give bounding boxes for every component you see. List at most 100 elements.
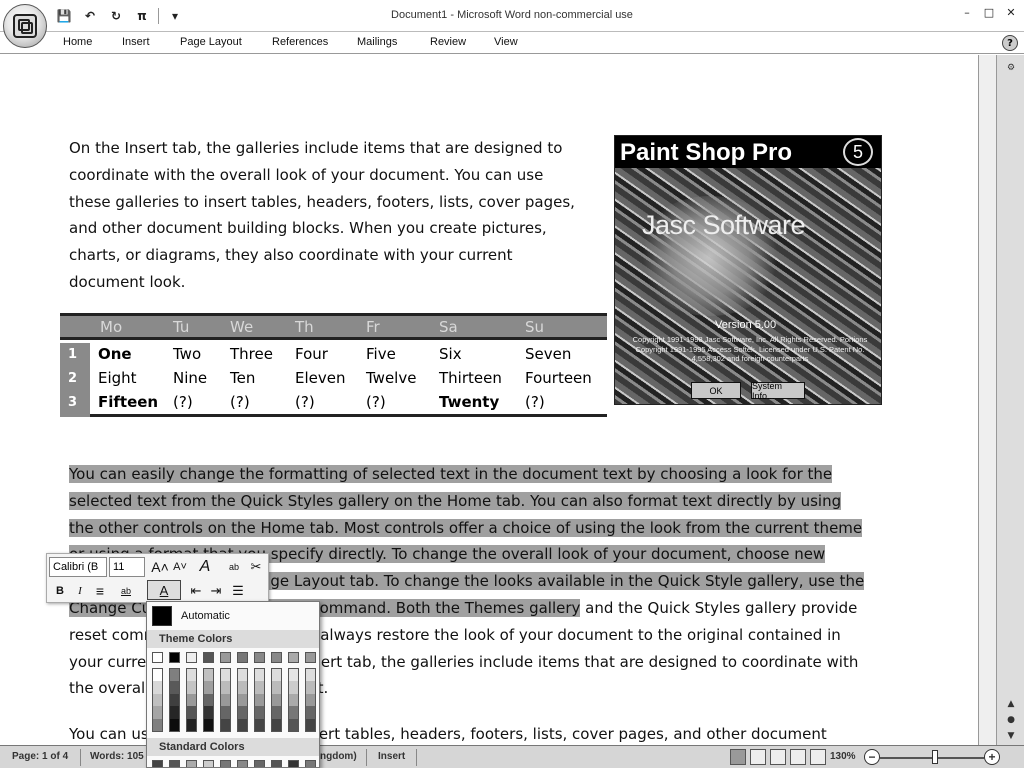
font-name-box[interactable]: Calibri (B [49, 557, 107, 577]
shrink-font-icon[interactable]: A˅ [171, 557, 189, 577]
theme-shade-swatch[interactable] [272, 706, 281, 719]
theme-shade-swatch[interactable] [153, 718, 162, 732]
theme-shade-swatch[interactable] [204, 693, 213, 707]
standard-color-swatch[interactable] [186, 760, 197, 767]
customize-qat-icon[interactable]: ▾ [165, 7, 185, 25]
standard-color-swatch[interactable] [305, 760, 316, 767]
status-language[interactable]: ngdom) [320, 751, 357, 762]
theme-shade-swatch[interactable] [238, 706, 247, 719]
tab-home[interactable]: Home [63, 36, 92, 48]
redo-icon[interactable]: ↻ [106, 7, 126, 25]
standard-color-swatch[interactable] [237, 760, 248, 767]
theme-shade-column[interactable] [220, 668, 231, 732]
standard-color-swatch[interactable] [271, 760, 282, 767]
theme-shade-swatch[interactable] [170, 681, 179, 694]
theme-shade-column[interactable] [152, 668, 163, 732]
calendar-table[interactable]: Mo Tu We Th Fr Sa Su 1 One Two Three Fou… [60, 313, 607, 417]
theme-shade-swatch[interactable] [187, 693, 196, 707]
theme-shade-swatch[interactable] [306, 681, 315, 694]
theme-shade-swatch[interactable] [221, 706, 230, 719]
paragraph-1[interactable]: On the Insert tab, the galleries include… [69, 135, 589, 296]
full-screen-reading-icon[interactable] [750, 749, 766, 765]
theme-shade-swatch[interactable] [272, 681, 281, 694]
italic-button[interactable]: I [71, 581, 89, 601]
theme-shade-swatch[interactable] [272, 693, 281, 707]
theme-color-swatch[interactable] [237, 652, 248, 663]
theme-shade-column[interactable] [186, 668, 197, 732]
theme-shade-swatch[interactable] [221, 669, 230, 682]
minimize-icon[interactable]: – [958, 4, 976, 20]
browse-down-icon[interactable]: ▼ [1003, 729, 1019, 743]
theme-shade-swatch[interactable] [306, 718, 315, 732]
status-mode[interactable]: Insert [378, 751, 405, 762]
theme-shade-column[interactable] [237, 668, 248, 732]
theme-shade-swatch[interactable] [238, 681, 247, 694]
theme-color-swatch[interactable] [169, 652, 180, 663]
outline-icon[interactable] [790, 749, 806, 765]
standard-color-swatch[interactable] [288, 760, 299, 767]
standard-color-swatch[interactable] [220, 760, 231, 767]
paint-shop-pro-splash-image[interactable]: Paint Shop Pro 5 Jasc Software Version 5… [614, 135, 882, 405]
theme-shade-swatch[interactable] [255, 669, 264, 682]
theme-shade-swatch[interactable] [306, 706, 315, 719]
theme-shade-swatch[interactable] [238, 693, 247, 707]
theme-shade-swatch[interactable] [170, 706, 179, 719]
vertical-scrollbar[interactable] [978, 55, 996, 745]
theme-color-swatch[interactable] [186, 652, 197, 663]
theme-color-swatch[interactable] [220, 652, 231, 663]
theme-shade-swatch[interactable] [153, 681, 162, 694]
theme-color-swatch[interactable] [152, 652, 163, 663]
theme-shade-swatch[interactable] [187, 681, 196, 694]
theme-shade-swatch[interactable] [204, 718, 213, 732]
theme-shade-swatch[interactable] [255, 681, 264, 694]
zoom-level[interactable]: 130% [830, 751, 856, 762]
theme-color-swatch[interactable] [203, 652, 214, 663]
theme-shade-swatch[interactable] [204, 681, 213, 694]
web-layout-icon[interactable] [770, 749, 786, 765]
theme-shade-column[interactable] [169, 668, 180, 732]
tab-insert[interactable]: Insert [122, 36, 150, 48]
status-words[interactable]: Words: 105 [90, 751, 144, 762]
theme-shade-swatch[interactable] [289, 681, 298, 694]
theme-shade-swatch[interactable] [221, 693, 230, 707]
theme-shade-swatch[interactable] [289, 706, 298, 719]
theme-shade-swatch[interactable] [255, 718, 264, 732]
standard-color-swatch[interactable] [254, 760, 265, 767]
theme-shade-swatch[interactable] [306, 669, 315, 682]
theme-shade-swatch[interactable] [289, 693, 298, 707]
center-align-icon[interactable]: ≡ [91, 581, 109, 601]
theme-shade-swatch[interactable] [272, 669, 281, 682]
theme-shade-swatch[interactable] [187, 669, 196, 682]
increase-indent-icon[interactable]: ⇥ [207, 581, 225, 601]
theme-shade-swatch[interactable] [221, 718, 230, 732]
styles-icon[interactable]: A [195, 557, 215, 577]
tab-page-layout[interactable]: Page Layout [180, 36, 242, 48]
theme-shade-swatch[interactable] [204, 706, 213, 719]
theme-shade-swatch[interactable] [255, 693, 264, 707]
theme-shade-column[interactable] [271, 668, 282, 732]
theme-shade-column[interactable] [203, 668, 214, 732]
theme-color-swatch[interactable] [254, 652, 265, 663]
grow-font-icon[interactable]: A˄ [151, 557, 169, 577]
theme-shade-swatch[interactable] [153, 669, 162, 682]
theme-color-swatch[interactable] [305, 652, 316, 663]
theme-shade-swatch[interactable] [221, 681, 230, 694]
theme-color-swatch[interactable] [288, 652, 299, 663]
decrease-indent-icon[interactable]: ⇤ [187, 581, 205, 601]
tab-references[interactable]: References [272, 36, 328, 48]
font-size-box[interactable]: 11 [109, 557, 145, 577]
theme-shade-swatch[interactable] [289, 718, 298, 732]
status-page[interactable]: Page: 1 of 4 [12, 751, 68, 762]
browse-up-icon[interactable]: ▲ [1003, 697, 1019, 711]
font-color-button[interactable]: A [147, 580, 181, 600]
standard-color-swatch[interactable] [203, 760, 214, 767]
standard-color-swatch[interactable] [152, 760, 163, 767]
office-button[interactable] [3, 4, 47, 48]
close-icon[interactable]: ✕ [1002, 4, 1020, 20]
theme-shade-swatch[interactable] [170, 693, 179, 707]
zoom-slider-thumb[interactable] [932, 750, 938, 764]
standard-color-swatch[interactable] [169, 760, 180, 767]
theme-shade-swatch[interactable] [238, 669, 247, 682]
theme-shade-swatch[interactable] [153, 706, 162, 719]
zoom-out-icon[interactable]: − [864, 749, 880, 765]
